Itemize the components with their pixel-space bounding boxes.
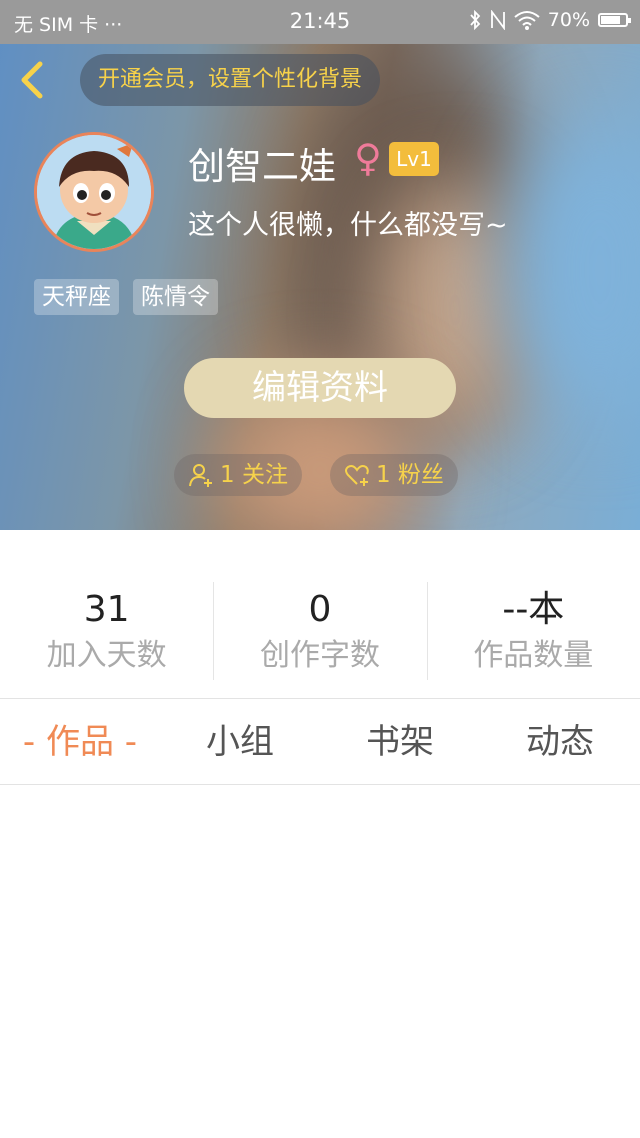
following-button[interactable]: 1 关注 — [174, 454, 302, 496]
tab-works[interactable]: - 作品 - — [0, 700, 160, 784]
bluetooth-icon — [470, 10, 481, 30]
battery-percent: 70% — [547, 9, 590, 31]
tab-bookshelf[interactable]: 书架 — [320, 700, 480, 784]
avatar-image — [37, 135, 151, 249]
edit-profile-button[interactable]: 编辑资料 — [184, 358, 456, 418]
follow-stats: 1 关注 1 粉丝 — [174, 454, 458, 496]
tag-list: 天秤座 陈情令 — [34, 279, 218, 315]
heart-add-icon — [344, 465, 369, 486]
status-bar: 无 SIM 卡 ··· 21:45 70% — [0, 0, 640, 44]
tab-groups[interactable]: 小组 — [160, 700, 320, 784]
divider — [0, 698, 640, 699]
tab-bar: - 作品 - 小组 书架 动态 — [0, 700, 640, 784]
wifi-icon — [514, 11, 540, 30]
fans-label: 1 粉丝 — [375, 462, 444, 488]
stat-value: 31 — [83, 589, 130, 630]
stat-value: --本 — [502, 589, 565, 630]
stats-panel: 31 加入天数 0 创作字数 --本 作品数量 — [0, 530, 640, 698]
vip-banner[interactable]: 开通会员，设置个性化背景 — [80, 54, 381, 106]
chevron-left-icon — [21, 61, 43, 99]
profile-header: 无 SIM 卡 ··· 21:45 70% 开通会员，设置个性化背景 创智二娃 … — [0, 0, 640, 530]
stat-value: 0 — [308, 589, 332, 630]
fans-button[interactable]: 1 粉丝 — [329, 454, 458, 496]
back-button[interactable] — [14, 56, 54, 104]
username: 创智二娃 — [188, 145, 336, 188]
stat-label: 创作字数 — [259, 638, 380, 673]
stat-word-count: 0 创作字数 — [213, 530, 426, 698]
status-icons: 70% — [468, 9, 631, 31]
user-bio: 这个人很懒，什么都没写~ — [188, 210, 508, 241]
tag-zodiac[interactable]: 天秤座 — [34, 279, 119, 315]
stat-label: 加入天数 — [46, 638, 167, 673]
divider — [0, 784, 640, 785]
gender-female-icon: ♀ — [354, 136, 382, 180]
avatar[interactable] — [34, 132, 154, 252]
user-add-icon — [189, 464, 212, 487]
stat-days-joined: 31 加入天数 — [0, 530, 213, 698]
tab-activity[interactable]: 动态 — [480, 700, 640, 784]
battery-icon — [598, 13, 631, 27]
level-badge: Lv1 — [389, 142, 439, 176]
nfc-icon — [490, 10, 505, 30]
stat-label: 作品数量 — [473, 638, 594, 673]
stat-works-count: --本 作品数量 — [426, 530, 640, 698]
following-label: 1 关注 — [220, 462, 288, 488]
tag-interest[interactable]: 陈情令 — [133, 279, 218, 315]
